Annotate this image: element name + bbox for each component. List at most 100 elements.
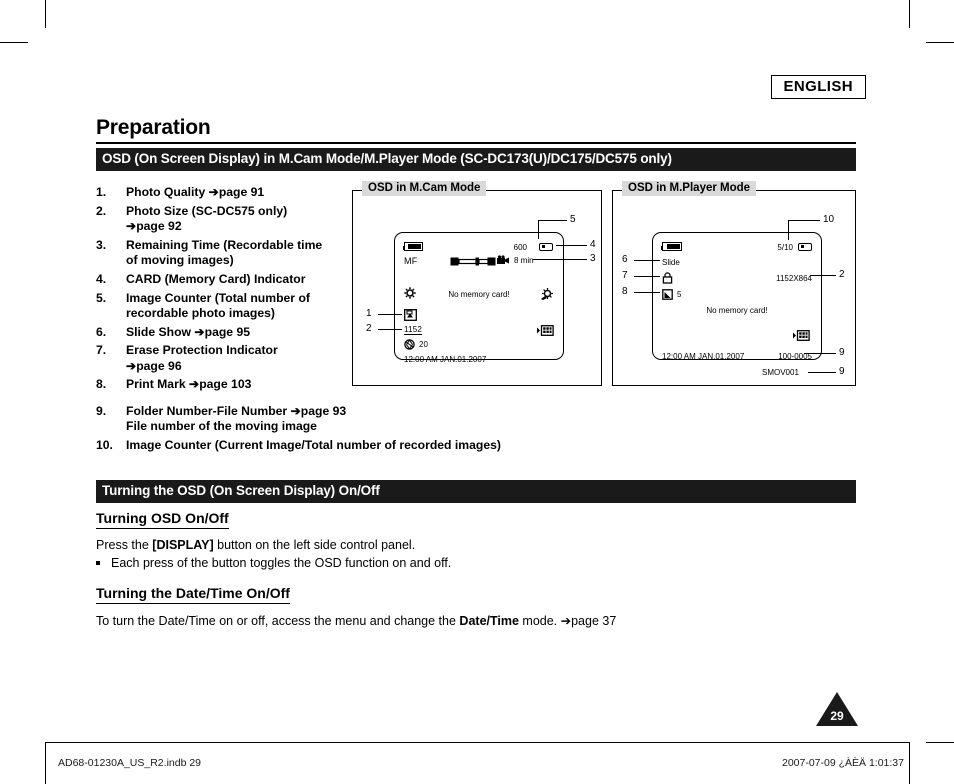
- memory-card-icon: [539, 242, 553, 251]
- list-item: 7. Erase Protection Indicator ➔page 96: [96, 343, 358, 373]
- print-mark-icon: [662, 289, 673, 300]
- no-memory-card-message: No memory card!: [706, 306, 768, 315]
- leader-line-8: [634, 292, 660, 293]
- page-ref: ➔page 103: [189, 377, 252, 392]
- turning-datetime-instruction: To turn the Date/Time on or off, access …: [96, 614, 617, 628]
- list-item-text: Photo Quality ➔page 91: [126, 185, 265, 199]
- list-item-text: Remaining Time (Recordable time of moving…: [126, 237, 323, 267]
- datetime-menu-label: Date/Time: [459, 614, 519, 628]
- page-ref: ➔page 96: [126, 358, 182, 373]
- list-item-text: Print Mark ➔page 103: [126, 377, 252, 392]
- image-counter-value: 5/10: [777, 243, 793, 252]
- callout-6: 6: [622, 254, 628, 265]
- leader-line-2: [810, 275, 836, 276]
- leader-line-10-v: [788, 220, 789, 240]
- slide-show-label: Slide: [662, 258, 680, 267]
- callout-4: 4: [590, 239, 596, 250]
- leader-line-9b: [808, 372, 836, 373]
- crop-mark-top-right-vertical: [909, 0, 910, 28]
- list-item-text: Image Counter (Total number of recordable…: [126, 290, 310, 320]
- callout-7: 7: [622, 270, 628, 281]
- callout-9b: 9: [839, 366, 845, 377]
- exposure-icon: [404, 339, 415, 350]
- list-item-number: 10.: [96, 438, 113, 452]
- turning-osd-instruction: Press the [DISPLAY] button on the left s…: [96, 538, 416, 552]
- leader-line-2: [378, 329, 402, 330]
- leader-line-6: [634, 260, 660, 261]
- turning-osd-bullet: Each press of the button toggles the OSD…: [96, 555, 451, 571]
- list-item: 2. Photo Size (SC-DC575 only) ➔page 92: [96, 204, 358, 234]
- list-item-number: 8.: [96, 377, 107, 392]
- photo-size-value: 1152X864: [776, 274, 812, 283]
- figure-label-mplayer: OSD in M.Player Mode: [622, 181, 757, 196]
- section-bar-turning-osd: Turning the OSD (On Screen Display) On/O…: [96, 480, 856, 503]
- footer-timestamp: 2007-07-09 ¿ÀÈÄ 1:01:37: [781, 757, 904, 769]
- subheading-turning-osd: Turning OSD On/Off: [96, 510, 229, 529]
- list-item-text: CARD (Memory Card) Indicator: [126, 271, 306, 286]
- crop-mark-top-right-horizontal: [926, 42, 954, 43]
- leader-line-4: [556, 245, 587, 246]
- page-title: Preparation: [96, 116, 211, 139]
- lcd-screen-mcam: MF 600 8 min No memory card! 1152 20 12:…: [394, 232, 564, 364]
- list-item: 6. Slide Show ➔page 95: [96, 325, 358, 340]
- callout-1: 1: [366, 308, 372, 319]
- print-mark-icon: [537, 325, 554, 336]
- display-button-label: [DISPLAY]: [152, 538, 214, 552]
- figure-label-mcam: OSD in M.Cam Mode: [362, 181, 487, 196]
- photo-size-value: 1152: [404, 325, 423, 335]
- crop-mark-top-left-vertical: [45, 0, 46, 28]
- list-item-9: 9. Folder Number-File Number ➔page 93 Fil…: [96, 404, 656, 434]
- movie-file-number: SMOV001: [762, 368, 799, 377]
- callout-2: 2: [839, 269, 845, 280]
- page-ref: ➔page 92: [126, 219, 182, 233]
- multi-display-icon: [793, 330, 810, 341]
- battery-icon: [660, 242, 682, 253]
- page-ref: ➔page 37: [560, 614, 617, 628]
- datetime-value: 12:00 AM JAN.01.2007: [662, 352, 745, 361]
- list-item-text: Photo Size (SC-DC575 only) ➔page 92: [126, 203, 288, 233]
- crop-mark-bottom-right-horizontal: [926, 742, 954, 743]
- crop-mark-top-left-horizontal: [0, 42, 28, 43]
- callout-3: 3: [590, 253, 596, 264]
- memory-card-icon: [798, 242, 812, 251]
- callout-2: 2: [366, 323, 372, 334]
- list-item-number: 7.: [96, 343, 107, 358]
- battery-icon: [402, 242, 423, 253]
- list-item-number: 6.: [96, 324, 107, 339]
- list-item-text: Folder Number-File Number ➔page 93 File n…: [126, 404, 347, 434]
- list-item-number: 3.: [96, 237, 107, 252]
- list-item: 3. Remaining Time (Recordable time of mov…: [96, 238, 358, 268]
- manual-focus-icon: MF: [404, 256, 418, 266]
- list-item-text: Image Counter (Current Image/Total numbe…: [126, 438, 501, 452]
- list-item-number: 9.: [96, 404, 107, 418]
- leader-line-7: [634, 276, 660, 277]
- list-item: 8. Print Mark ➔page 103: [96, 377, 358, 392]
- bullet-text: Each press of the button toggles the OSD…: [111, 556, 452, 570]
- language-badge: ENGLISH: [770, 75, 866, 99]
- footer-filename: AD68-01230A_US_R2.indb 29: [58, 757, 202, 769]
- photo-quality-icon: [404, 309, 417, 321]
- list-item-10: 10. Image Counter (Current Image/Total n…: [96, 438, 656, 453]
- leader-line-5-h: [538, 220, 567, 221]
- bullet-square-icon: [96, 561, 100, 565]
- erase-protection-icon: [662, 272, 673, 284]
- list-item: 1. Photo Quality ➔page 91: [96, 185, 358, 200]
- exposure-value: 20: [419, 340, 428, 349]
- list-item-number: 4.: [96, 271, 107, 286]
- subheading-turning-datetime: Turning the Date/Time On/Off: [96, 585, 290, 604]
- page-ref: ➔page 91: [208, 185, 265, 199]
- page-ref: ➔page 93: [290, 404, 347, 418]
- list-item: 4. CARD (Memory Card) Indicator: [96, 272, 358, 287]
- figure-osd-mcam: OSD in M.Cam Mode MF 600 8 min No memory…: [352, 180, 602, 386]
- figure-osd-mplayer: OSD in M.Player Mode 5/10 Slide 1152X864: [612, 180, 856, 386]
- datetime-value: 12:00 AM JAN.01.2007: [404, 355, 487, 364]
- list-item: 5. Image Counter (Total number of recorda…: [96, 291, 358, 321]
- callout-10: 10: [823, 214, 835, 225]
- digital-effect-icon: [541, 288, 553, 300]
- title-rule: [96, 142, 856, 144]
- osd-legend-list: 1. Photo Quality ➔page 91 2. Photo Size …: [96, 185, 358, 396]
- leader-line-5: [538, 220, 539, 239]
- leader-line-1: [378, 314, 402, 315]
- leader-line-10-h: [788, 220, 820, 221]
- no-memory-card-message: No memory card!: [448, 290, 510, 299]
